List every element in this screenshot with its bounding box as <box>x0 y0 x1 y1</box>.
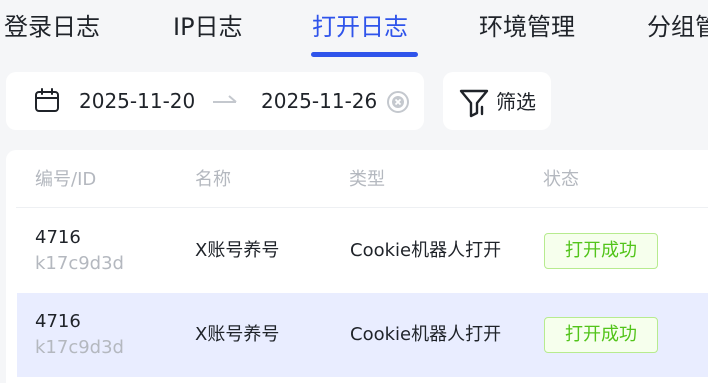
row-type: Cookie机器人打开 <box>350 324 502 345</box>
status-badge: 打开成功 <box>544 233 658 269</box>
tab-open-log[interactable]: 打开日志 <box>312 10 408 44</box>
active-tab-indicator <box>311 52 418 57</box>
arrow-right-icon <box>213 95 237 103</box>
column-header-name[interactable]: 名称 <box>195 168 231 192</box>
row-type: Cookie机器人打开 <box>350 240 502 261</box>
date-range-picker[interactable]: 2025-11-20 2025-11-26 <box>6 72 424 130</box>
column-header-type[interactable]: 类型 <box>349 168 385 192</box>
tab-ip-log[interactable]: IP日志 <box>173 10 243 44</box>
row-number: 4716 <box>35 227 81 248</box>
filter-label: 筛选 <box>496 90 536 114</box>
row-name: X账号养号 <box>195 240 280 261</box>
table-row[interactable]: 4716 k17c9d3d X账号养号 Cookie机器人打开 打开成功 <box>17 293 708 377</box>
row-name: X账号养号 <box>195 324 280 345</box>
tab-group-management[interactable]: 分组管 <box>647 10 708 44</box>
tab-environment-management[interactable]: 环境管理 <box>479 10 575 44</box>
filter-button[interactable]: 筛选 <box>443 72 551 130</box>
tab-login-log[interactable]: 登录日志 <box>4 10 100 44</box>
calendar-icon <box>35 88 59 112</box>
column-header-id[interactable]: 编号/ID <box>35 168 96 192</box>
end-date-input[interactable]: 2025-11-26 <box>261 88 377 114</box>
tab-bar: 登录日志 IP日志 打开日志 环境管理 分组管 <box>0 0 708 62</box>
row-id: k17c9d3d <box>35 253 124 274</box>
start-date-input[interactable]: 2025-11-20 <box>79 88 195 114</box>
status-badge: 打开成功 <box>544 317 658 353</box>
open-log-table: 编号/ID 名称 类型 状态 4716 k17c9d3d X账号养号 Cooki… <box>6 150 708 383</box>
header-divider <box>16 207 708 208</box>
filter-icon <box>459 89 489 118</box>
table-row[interactable]: 4716 k17c9d3d X账号养号 Cookie机器人打开 打开成功 <box>17 209 708 293</box>
row-id: k17c9d3d <box>35 337 124 358</box>
clear-icon[interactable] <box>386 90 410 114</box>
column-header-status[interactable]: 状态 <box>543 168 579 192</box>
row-number: 4716 <box>35 311 81 332</box>
